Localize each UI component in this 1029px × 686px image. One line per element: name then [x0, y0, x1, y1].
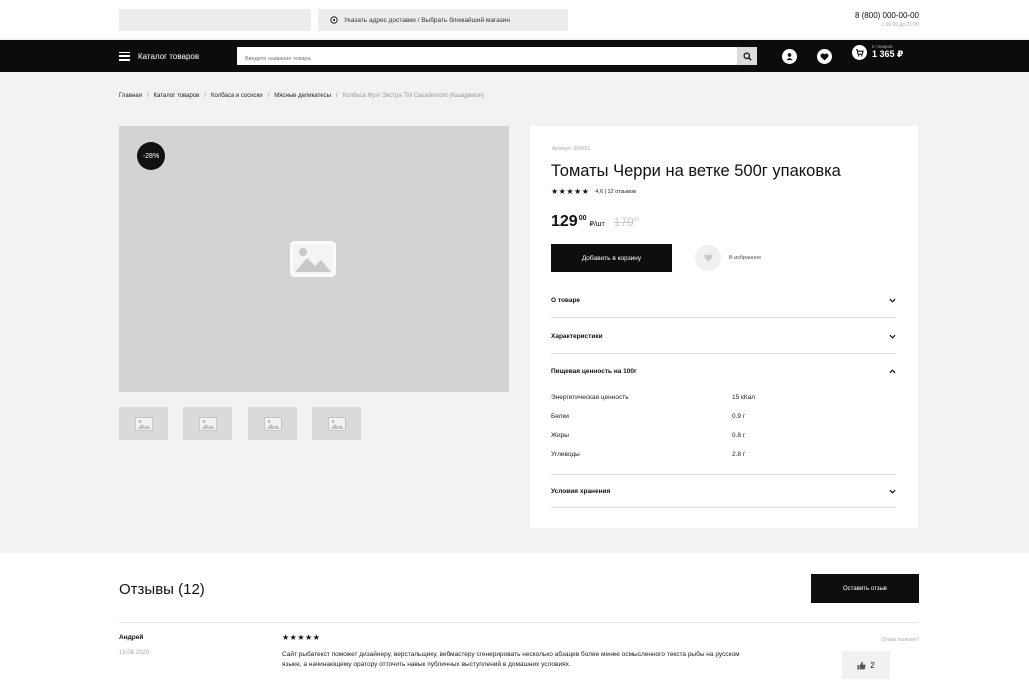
favorite-circle[interactable]	[695, 245, 721, 271]
breadcrumb-meat-delicacies[interactable]: Мясные деликатесы	[274, 93, 331, 99]
chevron-down-icon	[889, 489, 896, 494]
accordion-title: О товаре	[551, 297, 581, 304]
rating-stars: ★★★★★	[551, 187, 590, 196]
chevron-up-icon	[889, 368, 896, 373]
product-sku: Артикул: 304651	[552, 146, 591, 152]
cart-total: 1 365 ₽	[872, 49, 904, 59]
contact-phone[interactable]: 8 (800) 000-00-00 с 09:00 до 21:00	[855, 11, 919, 28]
rating-summary[interactable]: 4,6 | 12 отзывов	[595, 189, 636, 195]
cart-icon-circle	[852, 44, 867, 60]
current-price: 129	[551, 213, 578, 230]
review-text: Сайт рыбатекст поможет дизайнеру, верста…	[282, 651, 740, 668]
reviews-section: Отзывы (12) Оставить отзыв Андрей 15.06.…	[0, 553, 1029, 686]
breadcrumb-home[interactable]: Главная	[119, 93, 142, 99]
product-info-card: Артикул: 304651 Томаты Черри на ветке 50…	[530, 126, 918, 528]
breadcrumb-catalog[interactable]: Каталог товаров	[154, 93, 200, 99]
catalog-label: Каталог товаров	[138, 51, 200, 61]
breadcrumb-separator: /	[204, 93, 207, 99]
product-thumbnail[interactable]	[312, 407, 361, 440]
image-placeholder-icon	[290, 241, 336, 277]
phone-number[interactable]: 8 (800) 000-00-00	[855, 11, 919, 20]
breadcrumb-current: Колбаса Фуэт Экстра ТМ Casademont (Казад…	[342, 93, 484, 99]
nutrition-row: Жиры 0.8 г	[551, 426, 896, 445]
nutrition-name: Белки	[551, 413, 569, 420]
cart-button[interactable]: 5 товаров 1 365 ₽	[852, 44, 903, 60]
add-to-favorites[interactable]: В избранное	[695, 245, 761, 271]
product-thumbnail[interactable]	[119, 407, 168, 440]
review-stars: ★★★★★	[282, 633, 321, 642]
nutrition-table: Энергетическая ценность 15 кКал Белки 0.…	[551, 388, 896, 464]
chevron-down-icon	[889, 298, 896, 303]
heart-icon	[704, 254, 712, 262]
chevron-down-icon	[889, 334, 896, 339]
price-block: 129 00 ₽/шт 179 00	[551, 213, 639, 231]
breadcrumb-separator: /	[146, 93, 149, 99]
menu-icon	[119, 51, 130, 61]
search-input[interactable]	[237, 50, 727, 68]
product-thumbnail[interactable]	[183, 407, 232, 440]
breadcrumb-separator: /	[335, 93, 338, 99]
nutrition-row: Белки 0.9 г	[551, 407, 896, 426]
discount-badge: -28%	[137, 142, 165, 170]
thumbs-up-icon	[857, 661, 866, 670]
nutrition-value: 0.8 г	[732, 432, 746, 439]
accordion-specs[interactable]: Характеристики	[551, 320, 896, 354]
old-price: 179	[613, 215, 634, 229]
breadcrumb: Главная / Каталог товаров / Колбаса и сосиск…	[119, 93, 484, 99]
add-to-cart-button[interactable]: Добавить в корзину	[551, 244, 672, 272]
current-price-kopecks: 00	[578, 215, 587, 222]
nutrition-name: Жиры	[551, 432, 569, 439]
breadcrumb-sausages[interactable]: Колбаса и сосиски	[211, 93, 263, 99]
delivery-address-selector[interactable]: Указать адрес доставки / Выбрать ближайш…	[318, 9, 568, 31]
catalog-button[interactable]: Каталог товаров	[119, 40, 199, 72]
search-icon	[742, 51, 752, 61]
nutrition-name: Энергетическая ценность	[551, 394, 629, 401]
cart-icon	[855, 48, 864, 57]
image-placeholder-icon	[263, 416, 282, 431]
delivery-address-label: Указать адрес доставки / Выбрать ближайш…	[344, 16, 510, 24]
nutrition-row: Энергетическая ценность 15 кКал	[551, 388, 896, 407]
accordion-nutrition[interactable]: Пищевая ценность на 100г	[551, 354, 896, 388]
nutrition-value: 0.9 г	[732, 413, 746, 420]
nutrition-value: 15 кКал	[732, 394, 756, 401]
divider	[119, 622, 919, 623]
product-rating[interactable]: ★★★★★ 4,6 | 12 отзывов	[551, 187, 636, 196]
review-useful-label: Отзыв полезен?	[881, 637, 919, 643]
accordion-title: Характеристики	[551, 333, 603, 340]
review-like-count: 2	[870, 660, 875, 670]
leave-review-button[interactable]: Оставить отзыв	[811, 574, 919, 603]
search-button[interactable]	[737, 47, 757, 65]
account-button[interactable]	[782, 49, 797, 64]
review-author: Андрей	[119, 634, 144, 641]
accordion-title: Условия хранения	[551, 487, 611, 495]
logo-placeholder[interactable]	[119, 9, 311, 31]
user-icon	[786, 53, 793, 61]
image-placeholder-icon	[134, 416, 153, 431]
breadcrumb-separator: /	[267, 93, 270, 99]
accordion-title: Пищевая ценность на 100г	[551, 367, 637, 375]
reviews-title: Отзывы (12)	[119, 581, 205, 598]
top-bar: Указать адрес доставки / Выбрать ближайш…	[0, 0, 1029, 38]
main-nav: Каталог товаров 5 товаров 1 365 ₽	[0, 40, 1029, 72]
review-like-button[interactable]: 2	[842, 651, 890, 679]
phone-hours: с 09:00 до 21:00	[881, 22, 919, 28]
review-date: 15.06.2020	[119, 650, 150, 656]
nutrition-name: Углеводы	[551, 451, 580, 458]
favorite-label[interactable]: В избранное	[729, 255, 761, 261]
nutrition-row: Углеводы 2.8 г	[551, 445, 896, 464]
favorites-button[interactable]	[817, 49, 832, 64]
cart-summary: 5 товаров 1 365 ₽	[872, 44, 903, 60]
location-pin-icon	[330, 16, 338, 24]
nutrition-value: 2.8 г	[732, 451, 746, 458]
price-unit: ₽/шт	[589, 221, 605, 228]
image-placeholder-icon	[327, 416, 346, 431]
search-bar	[237, 47, 757, 68]
product-title: Томаты Черри на ветке 500г упаковка	[551, 162, 841, 180]
accordion-storage[interactable]: Условия хранения	[551, 474, 896, 508]
product-thumbnail[interactable]	[248, 407, 297, 440]
old-price-kopecks: 00	[633, 217, 640, 223]
accordion-about[interactable]: О товаре	[551, 284, 896, 318]
heart-icon	[820, 53, 829, 61]
image-placeholder-icon	[198, 416, 217, 431]
